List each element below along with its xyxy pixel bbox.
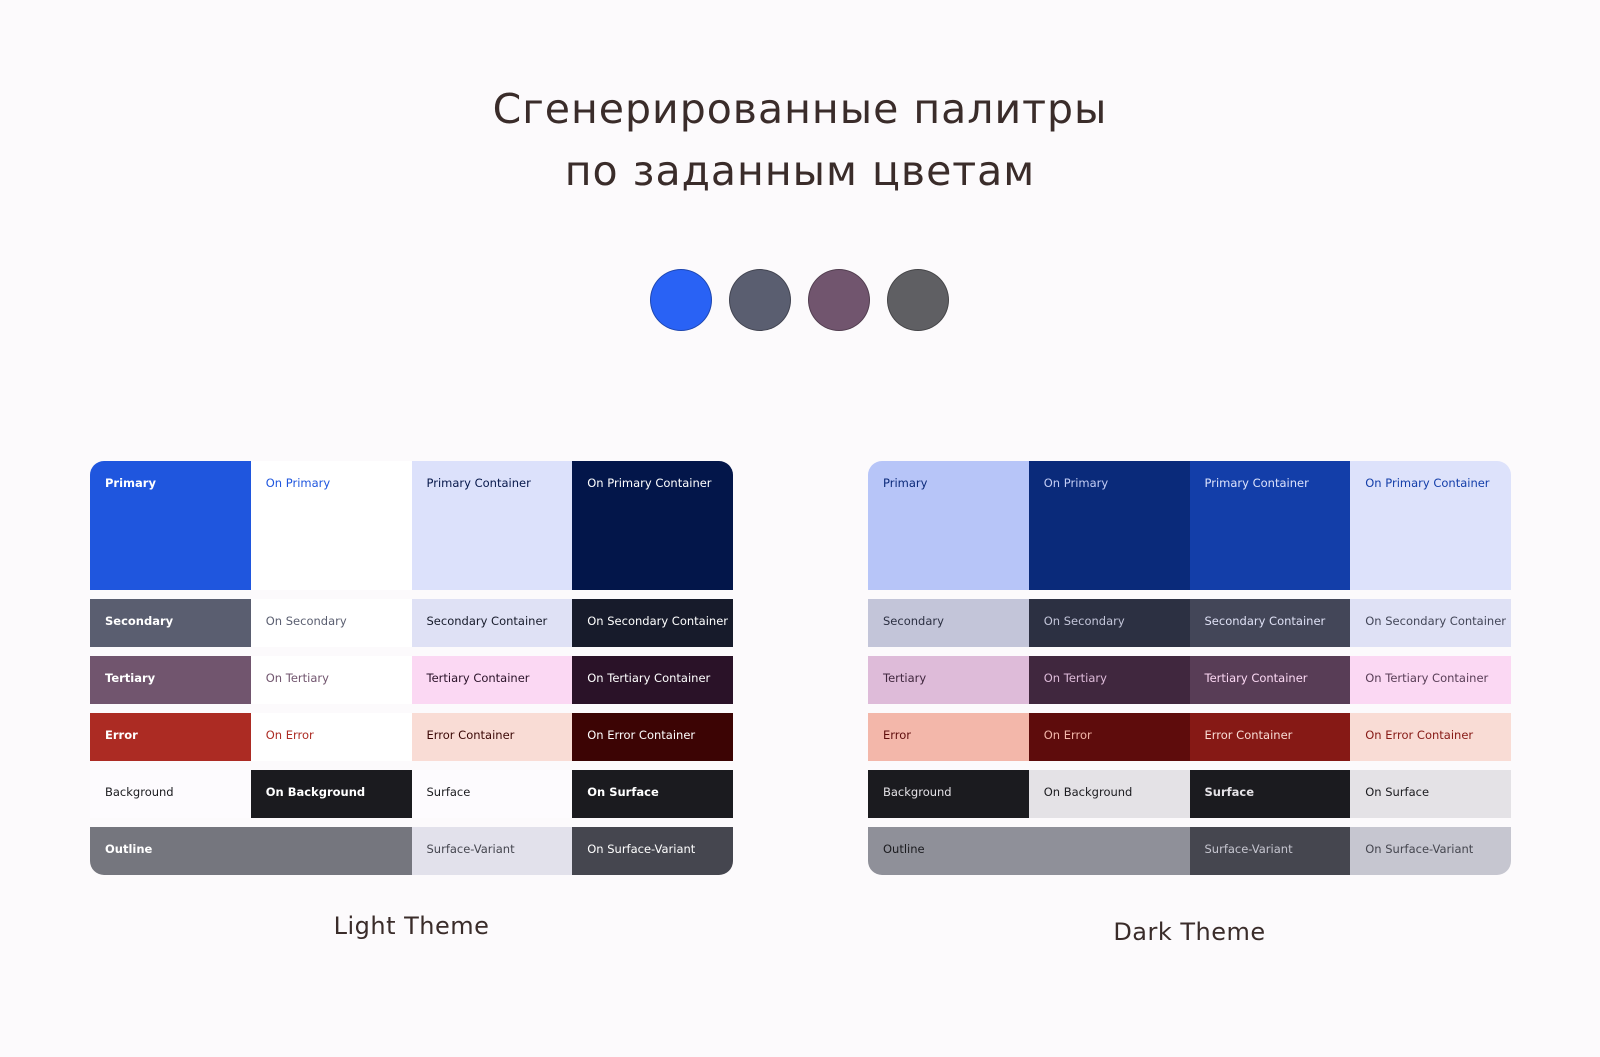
- light-theme-caption: Light Theme: [333, 912, 490, 940]
- light-swatch-surface: Surface: [411, 770, 573, 818]
- light-theme-palette: Primary On Primary Primary Container On Pri…: [90, 461, 733, 875]
- seed-color-swatches: [650, 269, 949, 331]
- light-swatch-on-secondary: On Secondary: [250, 599, 412, 647]
- light-swatch-on-surface: On Surface: [572, 770, 733, 818]
- light-swatch-tertiary-container: Tertiary Container: [411, 656, 573, 704]
- light-swatch-on-surface-variant: On Surface-Variant: [572, 827, 733, 875]
- dark-swatch-background: Background: [868, 770, 1029, 818]
- dark-swatch-on-surface: On Surface: [1350, 770, 1511, 818]
- dark-swatch-tertiary-container: Tertiary Container: [1189, 656, 1351, 704]
- dark-theme-palette: Primary On Primary Primary Container On Pri…: [868, 461, 1511, 875]
- seed-swatch-neutral: [887, 269, 949, 331]
- light-swatch-on-primary-container: On Primary Container: [572, 461, 733, 590]
- dark-swatch-tertiary: Tertiary: [868, 656, 1029, 704]
- light-swatch-on-error-container: On Error Container: [572, 713, 733, 761]
- dark-swatch-primary-container: Primary Container: [1189, 461, 1351, 590]
- dark-swatch-error: Error: [868, 713, 1029, 761]
- light-swatch-tertiary: Tertiary: [90, 656, 251, 704]
- dark-swatch-surface-variant: Surface-Variant: [1189, 827, 1351, 875]
- light-swatch-on-secondary-container: On Secondary Container: [572, 599, 733, 647]
- light-swatch-on-tertiary: On Tertiary: [250, 656, 412, 704]
- title-line-1: Сгенерированные палитры: [492, 85, 1108, 133]
- dark-swatch-primary: Primary: [868, 461, 1029, 590]
- light-swatch-error-container: Error Container: [411, 713, 573, 761]
- light-swatch-background: Background: [90, 770, 251, 818]
- light-swatch-on-error: On Error: [250, 713, 412, 761]
- light-swatch-surface-variant: Surface-Variant: [411, 827, 573, 875]
- light-swatch-secondary: Secondary: [90, 599, 251, 647]
- light-swatch-outline: Outline: [90, 827, 412, 875]
- dark-theme-caption: Dark Theme: [1113, 918, 1266, 946]
- dark-swatch-on-primary-container: On Primary Container: [1350, 461, 1511, 590]
- dark-swatch-on-secondary-container: On Secondary Container: [1350, 599, 1511, 647]
- seed-swatch-tertiary: [808, 269, 870, 331]
- light-swatch-error: Error: [90, 713, 251, 761]
- seed-swatch-secondary: [729, 269, 791, 331]
- dark-swatch-secondary-container: Secondary Container: [1189, 599, 1351, 647]
- light-swatch-primary-container: Primary Container: [411, 461, 573, 590]
- dark-swatch-on-secondary: On Secondary: [1028, 599, 1190, 647]
- light-swatch-secondary-container: Secondary Container: [411, 599, 573, 647]
- dark-swatch-outline: Outline: [868, 827, 1190, 875]
- light-swatch-on-background: On Background: [250, 770, 412, 818]
- dark-swatch-on-error-container: On Error Container: [1350, 713, 1511, 761]
- dark-swatch-on-tertiary-container: On Tertiary Container: [1350, 656, 1511, 704]
- dark-swatch-on-surface-variant: On Surface-Variant: [1350, 827, 1511, 875]
- page-title: Сгенерированные палитры по заданным цвет…: [0, 78, 1600, 202]
- dark-swatch-on-tertiary: On Tertiary: [1028, 656, 1190, 704]
- dark-swatch-on-error: On Error: [1028, 713, 1190, 761]
- light-swatch-on-tertiary-container: On Tertiary Container: [572, 656, 733, 704]
- light-swatch-on-primary: On Primary: [250, 461, 412, 590]
- dark-swatch-surface: Surface: [1189, 770, 1351, 818]
- title-line-2: по заданным цветам: [564, 147, 1036, 195]
- seed-swatch-primary: [650, 269, 712, 331]
- dark-swatch-on-primary: On Primary: [1028, 461, 1190, 590]
- light-swatch-primary: Primary: [90, 461, 251, 590]
- dark-swatch-error-container: Error Container: [1189, 713, 1351, 761]
- dark-swatch-on-background: On Background: [1028, 770, 1190, 818]
- dark-swatch-secondary: Secondary: [868, 599, 1029, 647]
